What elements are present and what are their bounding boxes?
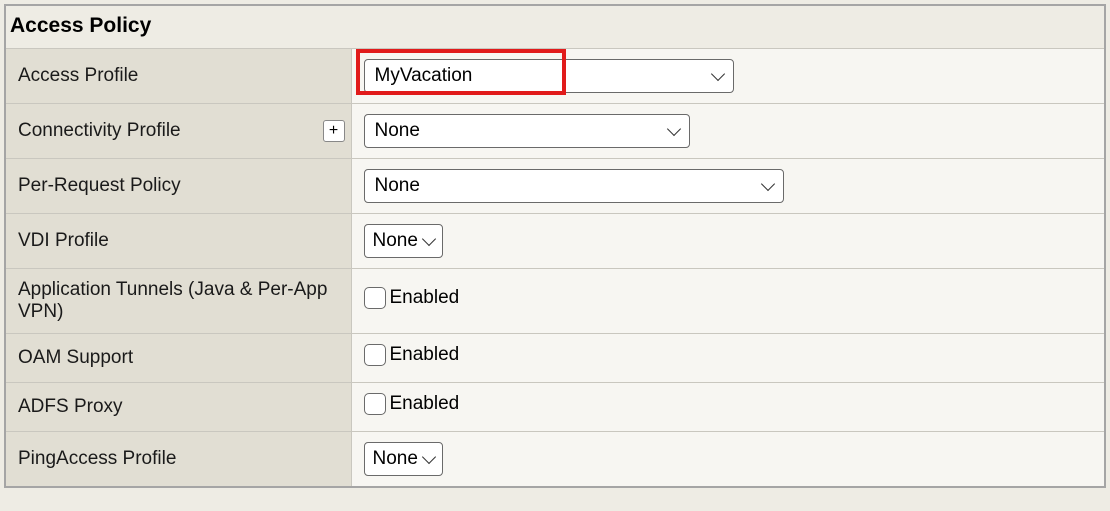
form-table: Access Profile MyVacation Connectivity P… — [6, 48, 1104, 486]
row-per-request-policy: Per-Request Policy None — [6, 159, 1104, 214]
chevron-down-icon — [710, 67, 724, 81]
oam-support-checkbox[interactable] — [364, 344, 386, 366]
adfs-proxy-checkbox-text: Enabled — [390, 393, 460, 415]
label-oam-support: OAM Support — [6, 334, 351, 383]
connectivity-profile-select[interactable]: None — [364, 114, 690, 148]
label-per-request-policy: Per-Request Policy — [6, 159, 351, 214]
label-adfs-proxy: ADFS Proxy — [6, 383, 351, 432]
label-vdi-profile: VDI Profile — [6, 214, 351, 269]
pingaccess-profile-select[interactable]: None — [364, 442, 443, 476]
vdi-profile-value: None — [373, 230, 418, 252]
label-access-profile: Access Profile — [6, 49, 351, 104]
access-policy-panel: Access Policy Access Profile MyVacation … — [4, 4, 1106, 488]
access-profile-value: MyVacation — [375, 65, 473, 87]
app-tunnels-checkbox-text: Enabled — [390, 287, 460, 309]
app-tunnels-checkbox[interactable] — [364, 287, 386, 309]
label-app-tunnels: Application Tunnels (Java & Per-App VPN) — [6, 269, 351, 334]
app-tunnels-checkbox-label: Enabled — [364, 287, 460, 309]
row-pingaccess-profile: PingAccess Profile None — [6, 432, 1104, 487]
vdi-profile-select[interactable]: None — [364, 224, 443, 258]
adfs-proxy-checkbox[interactable] — [364, 393, 386, 415]
chevron-down-icon — [422, 232, 436, 246]
oam-support-checkbox-label: Enabled — [364, 344, 460, 366]
chevron-down-icon — [422, 450, 436, 464]
per-request-policy-select[interactable]: None — [364, 169, 784, 203]
access-profile-select[interactable]: MyVacation — [364, 59, 734, 93]
label-connectivity-profile: Connectivity Profile — [18, 120, 181, 141]
row-access-profile: Access Profile MyVacation — [6, 49, 1104, 104]
per-request-policy-value: None — [375, 175, 420, 197]
panel-title: Access Policy — [6, 6, 1104, 48]
row-vdi-profile: VDI Profile None — [6, 214, 1104, 269]
row-app-tunnels: Application Tunnels (Java & Per-App VPN)… — [6, 269, 1104, 334]
connectivity-profile-value: None — [375, 120, 420, 142]
label-pingaccess-profile: PingAccess Profile — [6, 432, 351, 487]
chevron-down-icon — [760, 177, 774, 191]
add-connectivity-profile-button[interactable]: + — [323, 120, 345, 142]
chevron-down-icon — [666, 122, 680, 136]
row-adfs-proxy: ADFS Proxy Enabled — [6, 383, 1104, 432]
adfs-proxy-checkbox-label: Enabled — [364, 393, 460, 415]
pingaccess-profile-value: None — [373, 448, 418, 470]
oam-support-checkbox-text: Enabled — [390, 344, 460, 366]
row-connectivity-profile: Connectivity Profile + None — [6, 104, 1104, 159]
row-oam-support: OAM Support Enabled — [6, 334, 1104, 383]
